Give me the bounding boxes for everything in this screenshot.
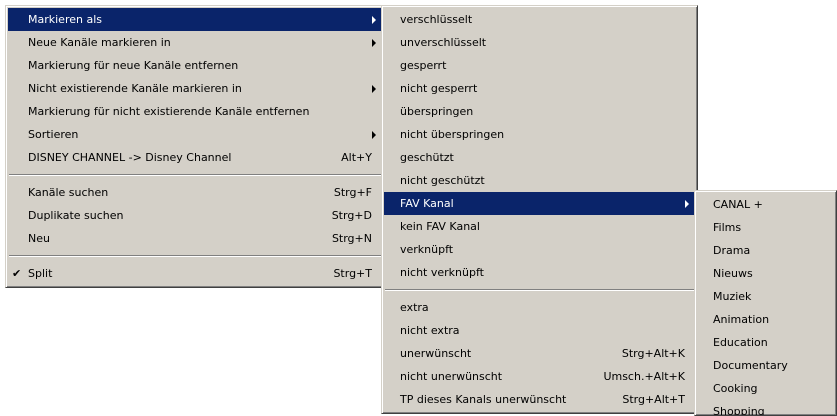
menu-item-unverschluesselt[interactable]: unverschlüsselt — [384, 31, 695, 54]
menu-item-label: überspringen — [400, 105, 474, 118]
menu-item-muziek[interactable]: Muziek — [697, 285, 834, 308]
menu-item-nicht-ueberspringen[interactable]: nicht überspringen — [384, 123, 695, 146]
menu-item-nicht-gesperrt[interactable]: nicht gesperrt — [384, 77, 695, 100]
menu-item-label: verschlüsselt — [400, 13, 473, 26]
submenu-arrow-icon — [372, 16, 376, 24]
menu-item-drama[interactable]: Drama — [697, 239, 834, 262]
menu-item-canal-plus[interactable]: CANAL + — [697, 193, 834, 216]
menu-item-nicht-extra[interactable]: nicht extra — [384, 319, 695, 342]
submenu-arrow-icon — [685, 200, 689, 208]
menu-item-films[interactable]: Films — [697, 216, 834, 239]
menu-item-label: kein FAV Kanal — [400, 220, 480, 233]
menu-item-label: nicht verknüpft — [400, 266, 484, 279]
submenu-markieren-als: verschlüsselt unverschlüsselt gesperrt n… — [381, 5, 698, 414]
menu-item-nicht-existierende-markieren-in[interactable]: Nicht existierende Kanäle markieren in — [8, 77, 382, 100]
menu-item-shopping[interactable]: Shopping — [697, 400, 834, 416]
menu-item-label: TP dieses Kanals unerwünscht — [400, 393, 567, 406]
menu-item-label: nicht geschützt — [400, 174, 485, 187]
menu-item-label: Neu — [28, 232, 50, 245]
menu-item-neu[interactable]: Neu Strg+N — [8, 227, 382, 250]
menu-item-label: Sortieren — [28, 128, 79, 141]
menu-item-label: DISNEY CHANNEL -> Disney Channel — [28, 151, 232, 164]
menu-item-markierung-neue-entfernen[interactable]: Markierung für neue Kanäle entfernen — [8, 54, 382, 77]
menu-item-animation[interactable]: Animation — [697, 308, 834, 331]
menu-item-verschluesselt[interactable]: verschlüsselt — [384, 8, 695, 31]
menu-item-label: geschützt — [400, 151, 454, 164]
menu-item-kein-fav-kanal[interactable]: kein FAV Kanal — [384, 215, 695, 238]
menu-item-label: Duplikate suchen — [28, 209, 124, 222]
menu-item-label: Markierung für nicht existierende Kanäle… — [28, 105, 310, 118]
menu-item-shortcut: Strg+D — [331, 209, 372, 222]
menu-item-extra[interactable]: extra — [384, 296, 695, 319]
menu-item-disney-channel-rename[interactable]: DISNEY CHANNEL -> Disney Channel Alt+Y — [8, 146, 382, 169]
menu-item-unerwuenscht[interactable]: unerwünscht Strg+Alt+K — [384, 342, 695, 365]
submenu-fav-kanal: CANAL + Films Drama Nieuws Muziek Animat… — [694, 190, 837, 416]
menu-item-documentary[interactable]: Documentary — [697, 354, 834, 377]
menu-item-label: Kanäle suchen — [28, 186, 109, 199]
menu-item-nieuws[interactable]: Nieuws — [697, 262, 834, 285]
menu-item-ueberspringen[interactable]: überspringen — [384, 100, 695, 123]
menu-item-label: verknüpft — [400, 243, 454, 256]
submenu-arrow-icon — [372, 131, 376, 139]
menu-item-label: Muziek — [713, 290, 752, 303]
menu-separator — [9, 174, 381, 176]
menu-separator — [385, 289, 694, 291]
menu-item-geschuetzt[interactable]: geschützt — [384, 146, 695, 169]
context-menu-main: Markieren als Neue Kanäle markieren in M… — [5, 5, 385, 288]
menu-item-cooking[interactable]: Cooking — [697, 377, 834, 400]
menu-item-tp-unerwuenscht[interactable]: TP dieses Kanals unerwünscht Strg+Alt+T — [384, 388, 695, 411]
menu-item-verknuepft[interactable]: verknüpft — [384, 238, 695, 261]
submenu-arrow-icon — [372, 85, 376, 93]
menu-item-label: Nieuws — [713, 267, 753, 280]
menu-item-shortcut: Umsch.+Alt+K — [603, 370, 685, 383]
menu-item-label: Split — [28, 267, 53, 280]
menu-item-label: Shopping — [713, 405, 765, 416]
menu-item-education[interactable]: Education — [697, 331, 834, 354]
menu-item-markierung-nicht-existierende-entfernen[interactable]: Markierung für nicht existierende Kanäle… — [8, 100, 382, 123]
menu-item-label: Neue Kanäle markieren in — [28, 36, 171, 49]
menu-item-markieren-als[interactable]: Markieren als — [8, 8, 382, 31]
menu-item-label: Documentary — [713, 359, 788, 372]
menu-item-label: Cooking — [713, 382, 758, 395]
menu-item-shortcut: Alt+Y — [341, 151, 372, 164]
menu-item-shortcut: Strg+F — [333, 186, 372, 199]
menu-item-nicht-verknuepft[interactable]: nicht verknüpft — [384, 261, 695, 284]
menu-item-label: Drama — [713, 244, 751, 257]
menu-item-nicht-geschuetzt[interactable]: nicht geschützt — [384, 169, 695, 192]
menu-item-label: nicht extra — [400, 324, 460, 337]
menu-item-label: Education — [713, 336, 768, 349]
menu-item-label: Films — [713, 221, 742, 234]
menu-item-label: Nicht existierende Kanäle markieren in — [28, 82, 242, 95]
menu-item-label: unverschlüsselt — [400, 36, 487, 49]
menu-item-label: extra — [400, 301, 429, 314]
menu-item-label: Animation — [713, 313, 770, 326]
menu-item-label: nicht gesperrt — [400, 82, 478, 95]
menu-item-nicht-unerwuenscht[interactable]: nicht unerwünscht Umsch.+Alt+K — [384, 365, 695, 388]
menu-item-sortieren[interactable]: Sortieren — [8, 123, 382, 146]
menu-item-shortcut: Strg+T — [333, 267, 372, 280]
menu-item-label: nicht unerwünscht — [400, 370, 503, 383]
checkmark-icon: ✔ — [12, 267, 22, 280]
menu-item-kanaele-suchen[interactable]: Kanäle suchen Strg+F — [8, 181, 382, 204]
menu-item-label: nicht überspringen — [400, 128, 505, 141]
menu-item-fav-kanal[interactable]: FAV Kanal — [384, 192, 695, 215]
menu-item-shortcut: Strg+Alt+T — [622, 393, 685, 406]
menu-item-neue-kanaele-markieren-in[interactable]: Neue Kanäle markieren in — [8, 31, 382, 54]
menu-item-duplikate-suchen[interactable]: Duplikate suchen Strg+D — [8, 204, 382, 227]
menu-item-label: FAV Kanal — [400, 197, 454, 210]
menu-item-shortcut: Strg+N — [331, 232, 372, 245]
menu-item-split[interactable]: ✔ Split Strg+T — [8, 262, 382, 285]
submenu-arrow-icon — [372, 39, 376, 47]
menu-item-gesperrt[interactable]: gesperrt — [384, 54, 695, 77]
menu-separator — [9, 255, 381, 257]
menu-item-shortcut: Strg+Alt+K — [621, 347, 685, 360]
menu-item-label: unerwünscht — [400, 347, 472, 360]
menu-item-label: Markieren als — [28, 13, 102, 26]
menu-item-label: Markierung für neue Kanäle entfernen — [28, 59, 239, 72]
menu-item-label: CANAL + — [713, 198, 763, 211]
menu-item-label: gesperrt — [400, 59, 447, 72]
